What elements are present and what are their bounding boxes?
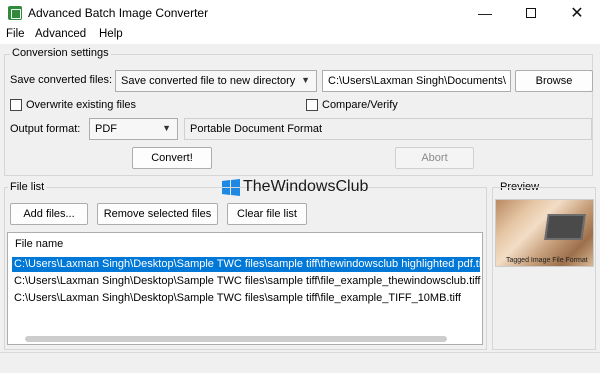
close-icon[interactable]: ✕ xyxy=(554,0,600,26)
conversion-settings-title: Conversion settings xyxy=(10,47,111,59)
file-row[interactable]: C:\Users\Laxman Singh\Desktop\Sample TWC… xyxy=(12,291,461,306)
menu-bar: File Advanced Help xyxy=(0,26,600,44)
format-description: Portable Document Format xyxy=(184,118,592,140)
save-mode-select[interactable]: Save converted file to new directory ▼ xyxy=(115,70,317,92)
remove-selected-button[interactable]: Remove selected files xyxy=(97,203,218,225)
compare-label: Compare/Verify xyxy=(322,99,398,111)
chevron-down-icon: ▼ xyxy=(301,75,310,85)
horizontal-scrollbar[interactable] xyxy=(25,336,447,342)
convert-button[interactable]: Convert! xyxy=(132,147,212,169)
file-row[interactable]: C:\Users\Laxman Singh\Desktop\Sample TWC… xyxy=(12,257,482,272)
status-bar xyxy=(0,352,600,373)
browse-button[interactable]: Browse xyxy=(515,70,593,92)
format-value: PDF xyxy=(95,123,117,135)
directory-field[interactable]: C:\Users\Laxman Singh\Documents\ xyxy=(322,70,511,92)
file-list-title: File list xyxy=(8,181,47,193)
file-row[interactable]: C:\Users\Laxman Singh\Desktop\Sample TWC… xyxy=(12,274,481,289)
overwrite-label: Overwrite existing files xyxy=(26,99,137,111)
preview-caption: Tagged Image File Format xyxy=(506,257,588,264)
save-mode-value: Save converted file to new directory xyxy=(121,75,296,87)
watermark-text: TheWindowsClub xyxy=(243,178,369,195)
column-header-file-name[interactable]: File name xyxy=(15,238,63,250)
app-icon xyxy=(8,6,22,20)
file-list[interactable]: File name C:\Users\Laxman Singh\Desktop\… xyxy=(7,232,483,345)
windows-logo-icon xyxy=(222,179,240,197)
window-title: Advanced Batch Image Converter xyxy=(28,6,209,20)
menu-advanced[interactable]: Advanced xyxy=(35,28,86,40)
add-files-button[interactable]: Add files... xyxy=(10,203,88,225)
overwrite-checkbox[interactable] xyxy=(10,99,22,111)
maximize-icon[interactable] xyxy=(508,0,554,26)
preview-image: Tagged Image File Format xyxy=(495,199,594,267)
abort-button[interactable]: Abort xyxy=(395,147,474,169)
output-format-label: Output format: xyxy=(10,123,81,135)
minimize-icon[interactable]: — xyxy=(462,0,508,26)
save-files-label: Save converted files: xyxy=(10,74,113,86)
menu-help[interactable]: Help xyxy=(99,28,123,40)
title-bar: Advanced Batch Image Converter — ✕ xyxy=(0,0,600,26)
clear-list-button[interactable]: Clear file list xyxy=(227,203,307,225)
laptop-screen xyxy=(544,214,586,240)
chevron-down-icon: ▼ xyxy=(162,123,171,133)
compare-checkbox[interactable] xyxy=(306,99,318,111)
format-select[interactable]: PDF ▼ xyxy=(89,118,178,140)
menu-file[interactable]: File xyxy=(6,28,25,40)
